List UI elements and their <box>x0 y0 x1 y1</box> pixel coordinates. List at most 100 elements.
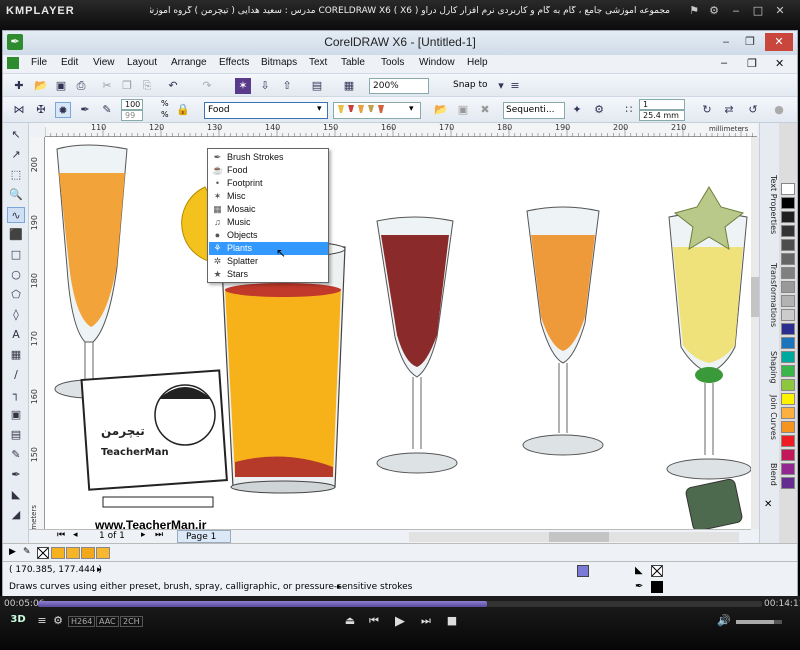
horizontal-ruler[interactable]: 110 120 130 140 150 160 170 180 190 200 … <box>44 123 757 137</box>
calligraphic-mode-icon[interactable]: ✒ <box>77 102 93 118</box>
palette-swatch[interactable] <box>781 337 795 349</box>
preset-mode-icon[interactable]: ⋈ <box>11 102 27 118</box>
player-maximize-icon[interactable]: □ <box>750 4 766 18</box>
fill-tool-icon[interactable]: ◣ <box>7 487 25 503</box>
hint-arrow-icon[interactable]: ▸ <box>337 582 342 592</box>
doc-swatch[interactable] <box>66 547 80 559</box>
interactive-fill-tool-icon[interactable]: ◢ <box>7 507 25 523</box>
cut-icon[interactable]: ✂ <box>99 78 115 94</box>
dropdown-item-splatter[interactable]: ✲ Splatter <box>209 255 328 268</box>
vertical-ruler[interactable]: 200 190 180 170 160 150 millimeters <box>29 137 45 544</box>
outline-color-swatch[interactable] <box>651 581 663 593</box>
menu-edit[interactable]: Edit <box>61 57 78 68</box>
volume-icon[interactable]: 🔊 <box>716 614 732 627</box>
dropdown-item-objects[interactable]: ● Objects <box>209 229 328 242</box>
player-close-icon[interactable]: ✕ <box>772 4 788 18</box>
pattern-arrow-icon[interactable]: ▾ <box>409 104 414 114</box>
palette-swatch[interactable] <box>781 421 795 433</box>
color-profile-icon[interactable] <box>577 565 589 577</box>
offset-icon[interactable]: ⇄ <box>721 102 737 118</box>
add-to-spraylist-icon[interactable]: ✦ <box>569 102 585 118</box>
spray-pattern-select[interactable] <box>333 102 421 119</box>
palette-swatch[interactable] <box>781 211 795 223</box>
playlist-icon[interactable]: ≡ <box>34 614 50 627</box>
menu-layout[interactable]: Layout <box>127 57 157 68</box>
save-icon[interactable]: ▣ <box>53 78 69 94</box>
seek-bar[interactable] <box>38 601 762 607</box>
pick-tool-icon[interactable]: ↖ <box>7 127 25 143</box>
palette-play-icon[interactable]: ▶ <box>9 547 16 557</box>
menu-table[interactable]: Table <box>341 57 365 68</box>
doc-swatch[interactable] <box>81 547 95 559</box>
horizontal-scrollbar[interactable] <box>409 532 739 542</box>
palette-swatch[interactable] <box>781 351 795 363</box>
stop-icon[interactable]: ■ <box>444 614 460 627</box>
menu-effects[interactable]: Effects <box>219 57 249 68</box>
spray-order-select[interactable]: Sequenti... <box>503 102 565 119</box>
dropdown-item-misc[interactable]: ✶ Misc <box>209 190 328 203</box>
welcome-screen-icon[interactable]: ▦ <box>341 78 357 94</box>
undo-icon[interactable]: ↶ <box>165 78 181 94</box>
docker-tab-text-properties[interactable]: Text Properties <box>762 175 778 234</box>
menu-help[interactable]: Help <box>467 57 488 68</box>
paste-icon[interactable]: ⎘ <box>139 78 155 94</box>
spraylist-options-icon[interactable]: ⚙ <box>591 102 607 118</box>
minimize-button[interactable]: ‒ <box>715 33 737 51</box>
drawing-canvas[interactable]: تیچرمن TeacherMan <box>45 137 751 529</box>
palette-swatch[interactable] <box>781 239 795 251</box>
shape-tool-icon[interactable]: ↗ <box>7 147 25 163</box>
vertical-scrollbar[interactable] <box>751 137 759 529</box>
docker-tab-blend[interactable]: Blend <box>762 463 778 486</box>
doc-icon[interactable] <box>7 57 19 69</box>
redo-icon[interactable]: ↷ <box>199 78 215 94</box>
docker-close-icon[interactable]: ✕ <box>764 499 772 510</box>
palette-swatch[interactable] <box>781 407 795 419</box>
player-gear-icon[interactable]: ⚙ <box>50 614 66 627</box>
transparency-tool-icon[interactable]: ▤ <box>7 427 25 443</box>
close-button[interactable]: ✕ <box>765 33 793 51</box>
snap-to-dropdown[interactable]: Snap to <box>453 80 488 90</box>
dabs-count-field[interactable]: 1 <box>639 99 685 110</box>
menu-window[interactable]: Window <box>419 57 455 68</box>
play-icon[interactable]: ▶ <box>392 614 408 629</box>
doc-swatch[interactable] <box>51 547 65 559</box>
last-page-icon[interactable]: ⏭ <box>155 530 163 540</box>
player-logo[interactable]: KMPLAYER <box>6 5 75 17</box>
open-icon[interactable]: 📂 <box>33 78 49 94</box>
table-tool-icon[interactable]: ▦ <box>7 347 25 363</box>
palette-swatch[interactable] <box>781 449 795 461</box>
doc-close-icon[interactable]: ✕ <box>775 57 784 70</box>
dropdown-item-music[interactable]: ♫ Music <box>209 216 328 229</box>
zoom-tool-icon[interactable]: 🔍 <box>7 187 25 203</box>
save-spraylist-icon[interactable]: ▣ <box>455 102 471 118</box>
no-color-swatch[interactable] <box>37 547 49 559</box>
palette-swatch[interactable] <box>781 267 795 279</box>
artistic-media-tool-icon[interactable]: ∿ <box>7 207 25 223</box>
docker-tab-join-curves[interactable]: Join Curves <box>762 395 778 440</box>
basic-shapes-tool-icon[interactable]: ◊ <box>7 307 25 323</box>
vertical-scroll-thumb[interactable] <box>751 277 759 317</box>
connector-tool-icon[interactable]: ┐ <box>7 387 25 403</box>
menu-view[interactable]: View <box>93 57 115 68</box>
fill-bucket-icon[interactable]: ◣ <box>635 565 643 576</box>
new-icon[interactable]: ✚ <box>11 78 27 94</box>
dropdown-item-stars[interactable]: ★ Stars <box>209 268 328 281</box>
crop-tool-icon[interactable]: ⬚ <box>7 167 25 183</box>
lock-icon[interactable]: 🔒 <box>175 102 191 118</box>
menu-tools[interactable]: Tools <box>381 57 404 68</box>
eyedropper-tool-icon[interactable]: ✎ <box>7 447 25 463</box>
text-tool-icon[interactable]: A <box>7 327 25 343</box>
import-icon[interactable]: ⇩ <box>257 78 273 94</box>
next-icon[interactable]: ⏭ <box>418 614 434 628</box>
open-spraylist-icon[interactable]: 📂 <box>433 102 449 118</box>
page-tab[interactable]: Page 1 <box>177 530 231 543</box>
brush-mode-icon[interactable]: ✠ <box>33 102 49 118</box>
options-icon[interactable]: ≡ <box>507 78 523 94</box>
category-select[interactable]: Food <box>204 102 328 119</box>
first-page-icon[interactable]: ⏮ <box>57 530 65 540</box>
blend-tool-icon[interactable]: ▣ <box>7 407 25 423</box>
pin-icon[interactable]: ⚑ <box>686 4 702 18</box>
player-minimize-icon[interactable]: ‒ <box>728 4 744 18</box>
spray-size-field[interactable]: 100 <box>121 99 143 110</box>
3d-mode-icon[interactable]: 3D <box>10 614 26 625</box>
